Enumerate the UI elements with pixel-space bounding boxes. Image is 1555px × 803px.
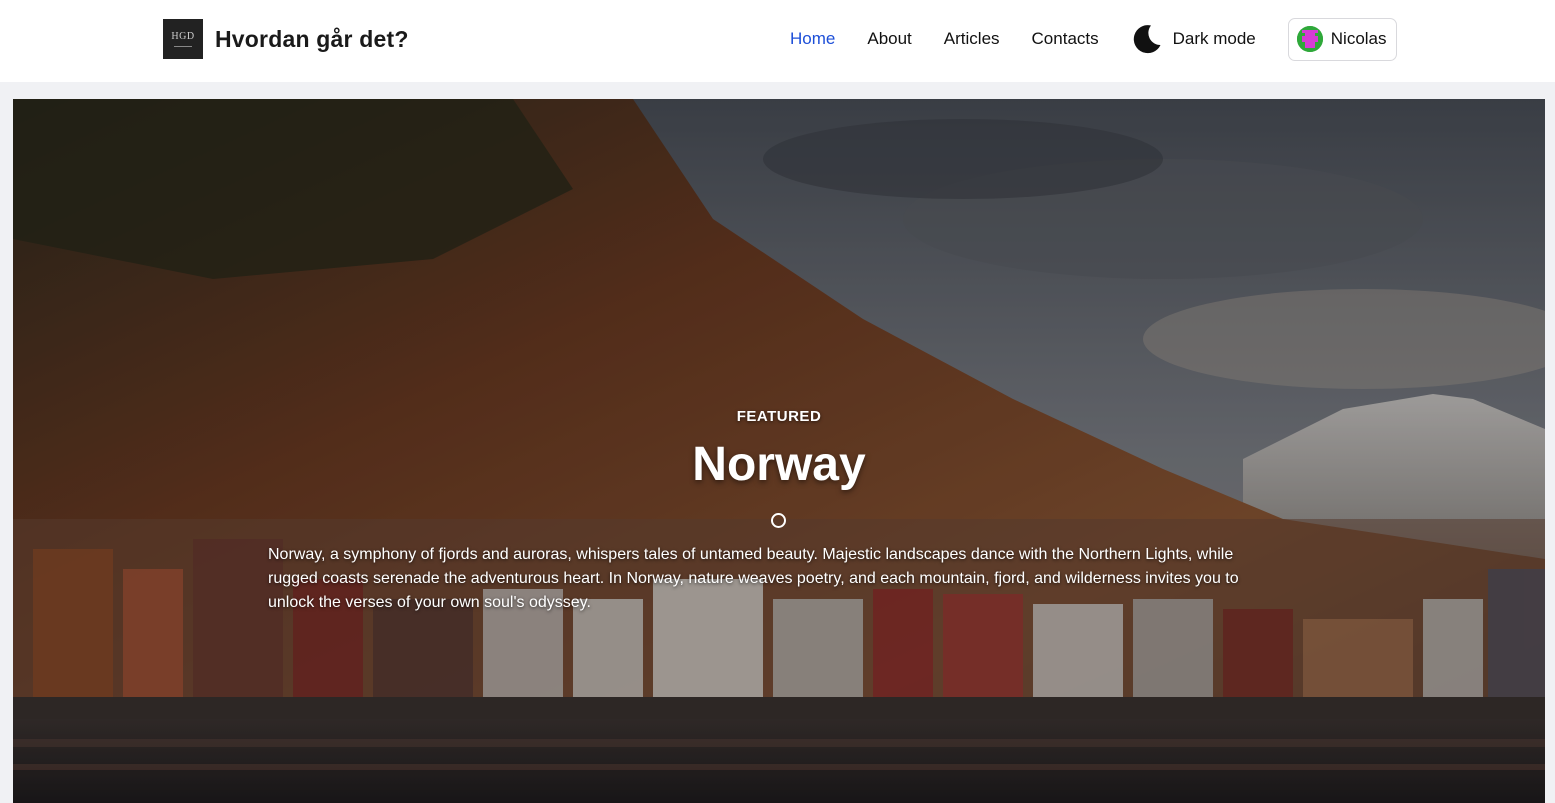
featured-label: FEATURED [736, 408, 822, 425]
hero-title: Norway [692, 438, 866, 491]
dark-mode-label: Dark mode [1172, 29, 1256, 48]
carousel-dot-indicator[interactable] [771, 513, 786, 528]
site-logo: HGD [163, 19, 203, 59]
nav-link-contacts[interactable]: Contacts [1032, 29, 1099, 49]
navbar: HGD Hvordan går det? Home About Articles… [0, 0, 1555, 82]
site-title: Hvordan går det? [215, 25, 409, 52]
hero-content: FEATURED Norway Norway, a symphony of fj… [13, 99, 1545, 803]
nav-link-about[interactable]: About [867, 29, 911, 49]
brand-link[interactable]: HGD Hvordan går det? [163, 19, 409, 59]
hero-description: Norway, a symphony of fjords and auroras… [268, 546, 1239, 611]
user-avatar [1296, 26, 1323, 52]
logo-text: HGD [171, 30, 195, 42]
logo-divider [174, 45, 192, 47]
moon-icon [1131, 23, 1163, 55]
nav-link-home[interactable]: Home [790, 29, 835, 49]
featured-hero[interactable]: FEATURED Norway Norway, a symphony of fj… [13, 99, 1545, 803]
main-nav: Home About Articles Contacts Dark mode N… [790, 17, 1397, 61]
user-menu-button[interactable]: Nicolas [1287, 17, 1397, 61]
user-name: Nicolas [1330, 29, 1387, 48]
nav-link-articles[interactable]: Articles [944, 29, 1000, 49]
dark-mode-toggle[interactable]: Dark mode [1131, 23, 1256, 55]
